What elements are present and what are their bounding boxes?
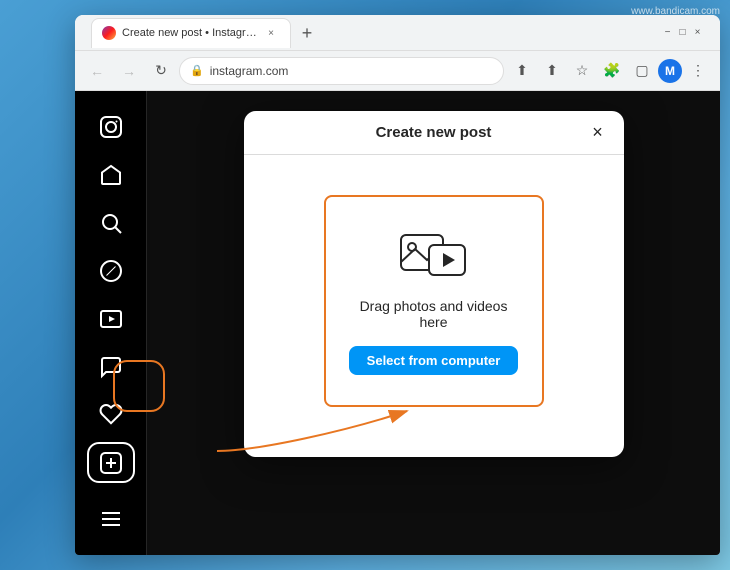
select-from-computer-button[interactable]: Select from computer <box>349 346 519 375</box>
refresh-button[interactable]: ↻ <box>147 57 175 85</box>
create-post-modal: Create new post × <box>244 111 624 457</box>
address-bar: ← → ↻ 🔒 instagram.com ⬆ ⬆ ☆ 🧩 ▢ M ⋮ <box>75 51 720 91</box>
drag-text: Drag photos and videos here <box>346 298 522 330</box>
modal-close-button[interactable]: × <box>584 119 612 147</box>
url-text: instagram.com <box>210 64 493 78</box>
cast-button[interactable]: ▢ <box>628 57 656 85</box>
modal-title: Create new post <box>376 124 492 141</box>
browser-window: Create new post • Instagram × + − □ × ← … <box>75 15 720 555</box>
modal-body: Drag photos and videos here Select from … <box>244 155 624 457</box>
sidebar-item-search[interactable] <box>87 203 135 243</box>
sidebar-item-create[interactable] <box>87 442 135 483</box>
instagram-sidebar <box>75 91 147 555</box>
close-button[interactable]: × <box>691 26 704 39</box>
bookmark-button[interactable]: ☆ <box>568 57 596 85</box>
tab-title: Create new post • Instagram <box>122 27 258 39</box>
profile-avatar[interactable]: M <box>658 59 682 83</box>
menu-button[interactable]: ⋮ <box>684 57 712 85</box>
forward-button[interactable]: → <box>115 57 143 85</box>
sidebar-item-more[interactable] <box>87 499 135 539</box>
window-controls: − □ × <box>661 26 704 39</box>
back-button[interactable]: ← <box>83 57 111 85</box>
maximize-button[interactable]: □ <box>676 26 689 39</box>
tab-favicon <box>102 26 116 40</box>
browser-content: Create new post × <box>75 91 720 555</box>
upload-zone[interactable]: Drag photos and videos here Select from … <box>324 195 544 407</box>
extensions-button[interactable]: 🧩 <box>598 57 626 85</box>
toolbar-icons: ⬆ ⬆ ☆ 🧩 ▢ M ⋮ <box>508 57 712 85</box>
modal-header: Create new post × <box>244 111 624 155</box>
sidebar-item-reels[interactable] <box>87 299 135 339</box>
bandicam-watermark: www.bandicam.com <box>631 6 720 17</box>
share-button[interactable]: ⬆ <box>508 57 536 85</box>
upload-icons <box>399 227 469 282</box>
minimize-button[interactable]: − <box>661 26 674 39</box>
new-tab-button[interactable]: + <box>293 20 321 48</box>
sidebar-item-notifications[interactable] <box>87 395 135 435</box>
tab-close-button[interactable]: × <box>264 26 278 40</box>
url-bar[interactable]: 🔒 instagram.com <box>179 57 504 85</box>
tab-bar: Create new post • Instagram × + <box>83 18 657 48</box>
lock-icon: 🔒 <box>190 64 204 77</box>
sidebar-item-explore[interactable] <box>87 251 135 291</box>
sidebar-item-home[interactable] <box>87 155 135 195</box>
share2-button[interactable]: ⬆ <box>538 57 566 85</box>
sidebar-item-messages[interactable] <box>87 347 135 387</box>
instagram-main: Create new post × <box>147 91 720 555</box>
active-tab[interactable]: Create new post • Instagram × <box>91 18 291 48</box>
ig-logo <box>87 107 135 147</box>
browser-title-bar: Create new post • Instagram × + − □ × <box>75 15 720 51</box>
